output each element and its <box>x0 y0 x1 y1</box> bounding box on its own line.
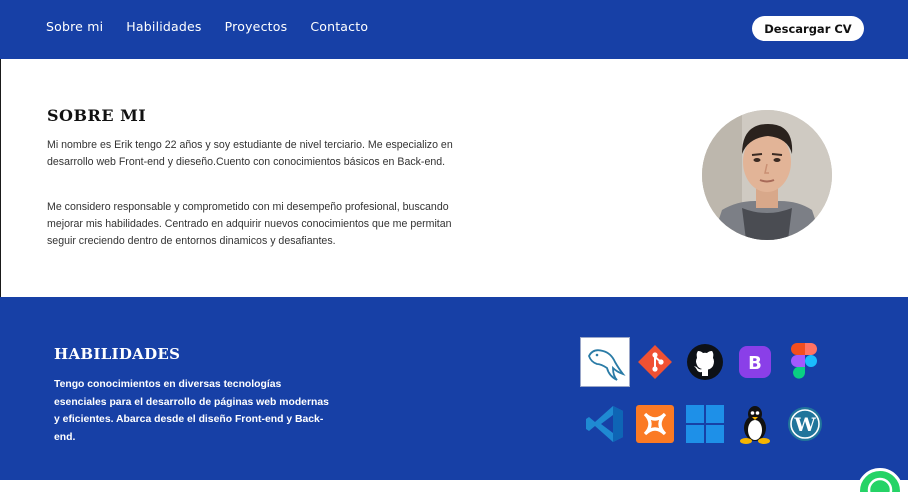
about-title: SOBRE MI <box>47 106 147 125</box>
mysql-icon <box>580 337 630 387</box>
skills-description: Tengo conocimientos en diversas tecnolog… <box>54 379 329 443</box>
profile-avatar <box>702 110 832 240</box>
about-paragraph-2: Me considero responsable y comprometido … <box>47 201 452 247</box>
nav-link-sobre-mi[interactable]: Sobre mi <box>46 19 103 34</box>
about-section: SOBRE MI Mi nombre es Erik tengo 22 años… <box>0 59 908 297</box>
about-paragraph-1: Mi nombre es Erik tengo 22 años y soy es… <box>47 139 453 168</box>
skills-section: HABILIDADES Tengo conocimientos en diver… <box>0 297 908 480</box>
xampp-icon <box>635 404 675 444</box>
wordpress-icon: W <box>785 404 825 444</box>
github-icon <box>685 342 725 382</box>
bootstrap-icon: B <box>735 342 775 382</box>
vscode-icon <box>585 404 625 444</box>
download-cv-button[interactable]: Descargar CV <box>752 16 864 41</box>
top-navbar: Sobre mi Habilidades Proyectos Contacto … <box>0 0 908 59</box>
svg-text:B: B <box>748 353 762 374</box>
nav-link-contacto[interactable]: Contacto <box>310 19 368 34</box>
linux-icon <box>735 404 775 444</box>
windows-icon <box>685 404 725 444</box>
main-nav: Sobre mi Habilidades Proyectos Contacto <box>46 19 368 34</box>
figma-icon <box>785 342 825 382</box>
git-icon <box>635 342 675 382</box>
svg-text:W: W <box>793 414 816 436</box>
skills-title: HABILIDADES <box>54 345 181 363</box>
whatsapp-float-button[interactable] <box>857 468 903 492</box>
nav-link-habilidades[interactable]: Habilidades <box>126 19 201 34</box>
nav-link-proyectos[interactable]: Proyectos <box>225 19 288 34</box>
whatsapp-icon <box>867 477 893 492</box>
